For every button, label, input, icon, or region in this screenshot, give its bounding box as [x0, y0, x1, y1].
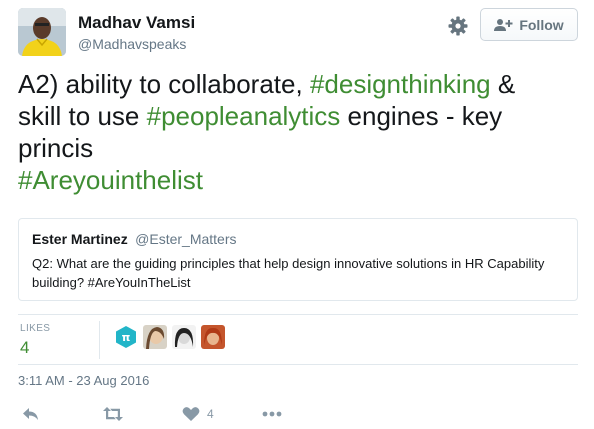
heart-icon — [182, 407, 200, 421]
tweet-text-line: A2) ability to collaborate, #designthink… — [18, 68, 578, 100]
svg-text:π: π — [122, 331, 131, 344]
hashtag-peopleanalytics[interactable]: #peopleanalytics — [147, 101, 341, 131]
person-plus-icon — [494, 18, 513, 31]
tweet-text-line: princis — [18, 133, 94, 163]
reply-button[interactable] — [22, 403, 40, 425]
tweet-timestamp[interactable]: 3:11 AM - 23 Aug 2016 — [18, 373, 149, 388]
tweet-text-segment: skill to use — [18, 101, 147, 131]
tweet-text-segment: engines - key — [340, 101, 503, 131]
more-button[interactable] — [262, 403, 282, 425]
quoted-tweet[interactable]: Ester Martinez @Ester_Matters Q2: What a… — [18, 218, 578, 301]
tweet-text-line: #Areyouinthelist — [18, 164, 578, 196]
likes-count: 4 — [20, 338, 30, 357]
tweet-text-segment: & — [490, 69, 516, 99]
follow-button-label: Follow — [519, 16, 564, 33]
tweet-text-line: skill to use #peopleanalytics engines - … — [18, 100, 578, 132]
tweet-text-segment: A2) ability to collaborate, — [18, 69, 310, 99]
gear-icon[interactable] — [446, 14, 470, 38]
hashtag-designthinking[interactable]: #designthinking — [310, 69, 491, 99]
liker-avatar-3[interactable] — [172, 325, 196, 349]
author-handle[interactable]: @Madhavspeaks — [78, 36, 186, 52]
like-button[interactable]: 4 — [182, 403, 214, 425]
like-count: 4 — [207, 407, 214, 421]
more-dots-icon — [262, 411, 282, 417]
person-avatar-icon — [18, 8, 66, 56]
liker-avatar-2[interactable] — [143, 325, 167, 349]
retweet-icon — [103, 407, 123, 421]
quoted-tweet-header: Ester Martinez @Ester_Matters — [32, 231, 564, 249]
quoted-author-name[interactable]: Ester Martinez — [32, 231, 128, 247]
reply-icon — [23, 408, 38, 420]
liker-avatars: π — [114, 325, 230, 349]
likes-stat[interactable]: LIKES 4 — [18, 321, 100, 359]
tweet-stats: LIKES 4 π — [18, 314, 578, 365]
hashtag-areyouinthelist[interactable]: #Areyouinthelist — [18, 165, 203, 195]
author-name[interactable]: Madhav Vamsi — [78, 13, 195, 33]
tweet-actions: 4 — [18, 403, 578, 427]
liker-avatar-1[interactable]: π — [114, 325, 138, 349]
liker-avatar-4[interactable] — [201, 325, 225, 349]
quoted-tweet-text: Q2: What are the guiding principles that… — [32, 256, 545, 290]
quoted-author-handle[interactable]: @Ester_Matters — [135, 231, 236, 247]
follow-button[interactable]: Follow — [480, 8, 578, 41]
author-avatar[interactable] — [18, 8, 66, 56]
tweet-header: Madhav Vamsi @Madhavspeaks Follow — [18, 8, 578, 56]
retweet-button[interactable] — [102, 403, 124, 425]
tweet-text: A2) ability to collaborate, #designthink… — [18, 68, 578, 196]
likes-label: LIKES — [20, 323, 51, 334]
